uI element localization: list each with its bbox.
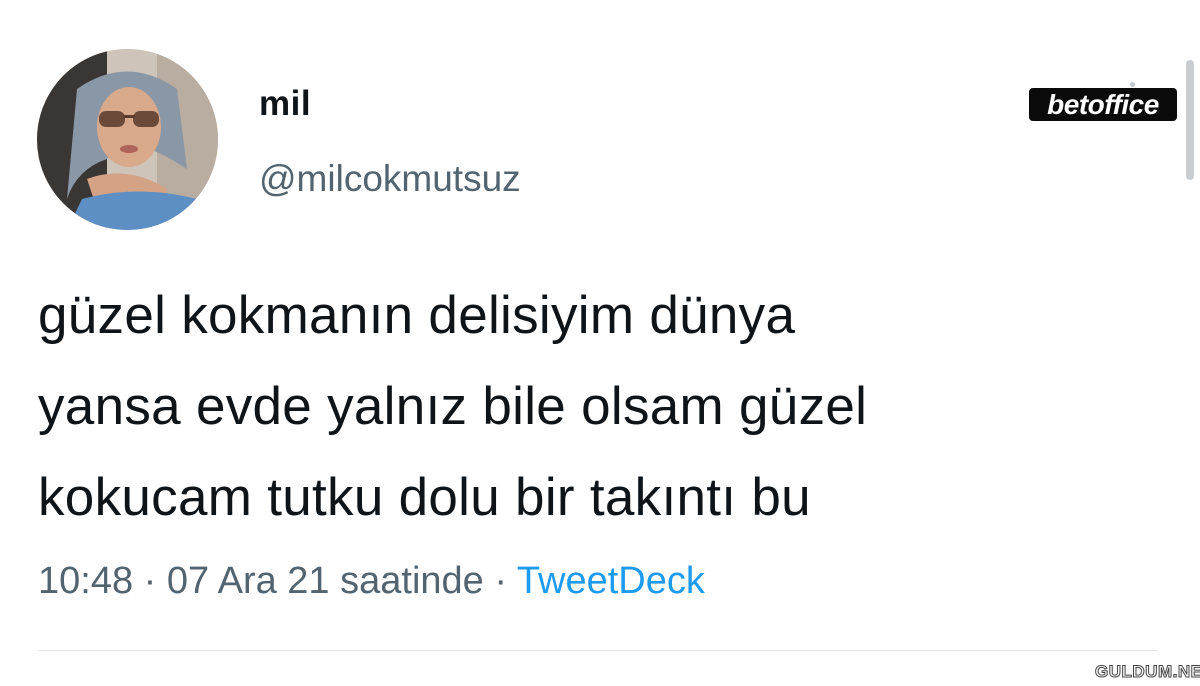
- watermark: GULDUM.NET: [1094, 662, 1200, 682]
- separator: ·: [494, 560, 508, 602]
- tweet-text: güzel kokmanın delisiyim dünya yansa evd…: [38, 270, 1158, 543]
- tweet-time[interactable]: 10:48: [38, 560, 133, 602]
- overflow-dot-icon: [1130, 82, 1135, 87]
- user-handle[interactable]: @milcokmutsuz: [259, 158, 521, 200]
- avatar[interactable]: [37, 49, 218, 230]
- tweet-date[interactable]: 07 Ara 21 saatinde: [167, 560, 484, 602]
- separator: ·: [143, 560, 157, 602]
- divider: [38, 650, 1158, 651]
- tweet-metadata: 10:48 · 07 Ara 21 saatinde · TweetDeck: [38, 560, 705, 603]
- tweet-screenshot: mil @milcokmutsuz betoffice güzel kokman…: [0, 0, 1200, 686]
- scrollbar[interactable]: [1186, 60, 1194, 180]
- tweet-text-line: güzel kokmanın delisiyim dünya: [38, 286, 796, 345]
- tweet-source-link[interactable]: TweetDeck: [517, 560, 705, 602]
- tweet-text-line: yansa evde yalnız bile olsam güzel: [38, 377, 868, 436]
- tweet-text-line: kokucam tutku dolu bir takıntı bu: [38, 468, 811, 527]
- profile-photo: [37, 49, 218, 230]
- display-name[interactable]: mil: [259, 84, 311, 124]
- brand-badge: betoffice: [1029, 88, 1177, 121]
